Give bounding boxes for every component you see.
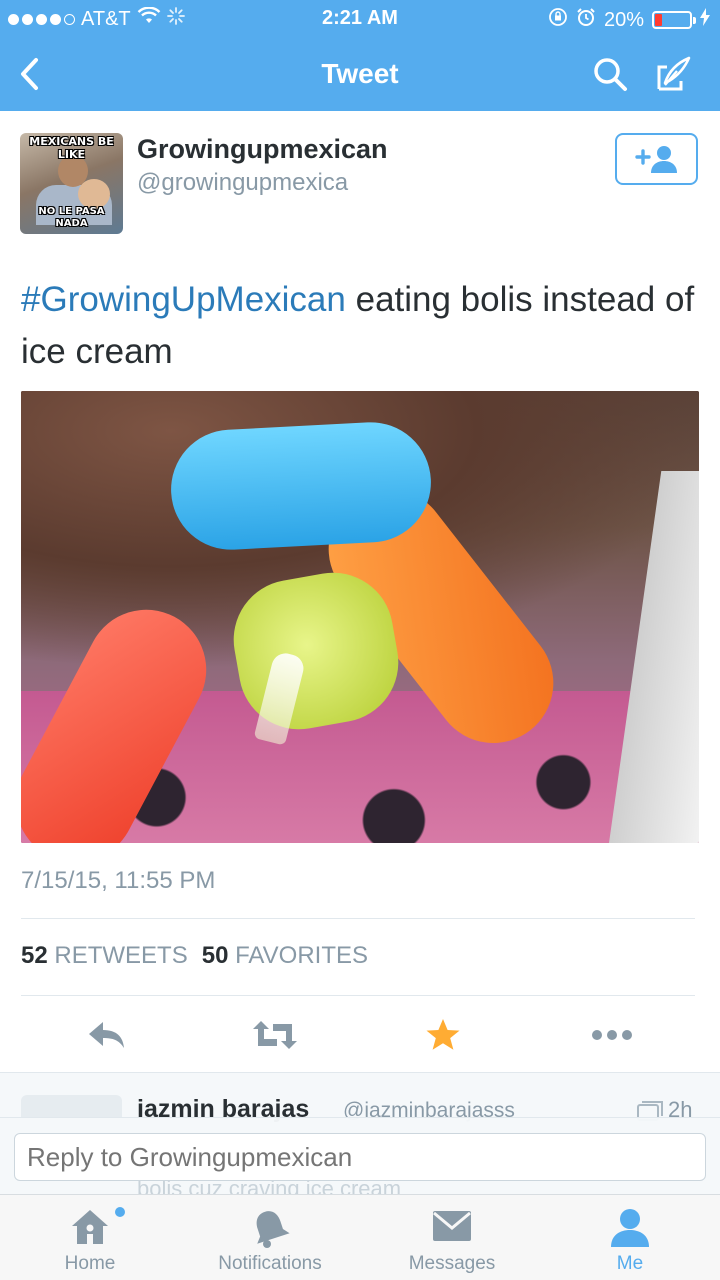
favorite-button[interactable]: [413, 1010, 473, 1060]
retweet-button[interactable]: [245, 1010, 305, 1060]
envelope-icon: [433, 1211, 471, 1241]
status-right: 20%: [548, 7, 710, 33]
tweet-actions: [0, 1010, 720, 1060]
tab-home-label: Home: [64, 1253, 116, 1274]
search-button[interactable]: [590, 54, 630, 94]
reply-preview-row[interactable]: iazmin barajas @iazminbarajasss 2h: [0, 1072, 720, 1122]
orientation-lock-icon: [548, 7, 568, 33]
home-icon: [72, 1210, 108, 1244]
star-icon: [426, 1019, 460, 1050]
more-options-button[interactable]: [582, 1010, 642, 1060]
follow-button[interactable]: [615, 133, 698, 185]
tab-home[interactable]: Home: [0, 1195, 180, 1280]
tab-messages[interactable]: Messages: [362, 1195, 542, 1280]
add-user-icon: [634, 146, 677, 173]
tab-me-label: Me: [616, 1253, 644, 1274]
favorites-label: FAVORITES: [235, 942, 369, 969]
retweets-stat[interactable]: 52 RETWEETS: [21, 942, 188, 970]
reply-bar: bolis cuz craving ice cream: [0, 1117, 720, 1201]
retweets-count: 52: [21, 942, 48, 969]
reply-arrow-icon: [89, 1022, 124, 1048]
status-bar: AT&T 2:21 AM 20%: [0, 0, 720, 36]
new-content-dot: [115, 1207, 125, 1217]
favorites-count: 50: [201, 942, 229, 969]
tab-notifications-label: Notifications: [218, 1253, 322, 1274]
search-icon: [594, 58, 627, 91]
tweet-timestamp: 7/15/15, 11:55 PM: [21, 867, 216, 894]
author-display-name[interactable]: Growingupmexican: [137, 134, 388, 165]
author-screen-name[interactable]: @growingupmexica: [137, 169, 348, 197]
favorites-stat[interactable]: 50 FAVORITES: [202, 942, 368, 970]
avatar-meme-top-text: MEXICANS BE LIKE: [29, 135, 114, 161]
hashtag-link[interactable]: #GrowingUpMexican: [21, 280, 346, 319]
retweet-icon: [253, 1021, 297, 1049]
reply-input[interactable]: [14, 1133, 706, 1181]
tab-messages-label: Messages: [408, 1253, 496, 1274]
navigation-bar: Tweet: [0, 36, 720, 111]
alarm-icon: [576, 7, 596, 33]
divider: [21, 918, 695, 919]
tab-me[interactable]: Me: [540, 1195, 720, 1280]
tweet-text: #GrowingUpMexican eating bolis instead o…: [21, 274, 701, 378]
retweets-label: RETWEETS: [54, 942, 188, 969]
tweet-photo[interactable]: [21, 391, 699, 843]
tab-bar: Home Notifications Messages Me: [0, 1194, 720, 1280]
ellipsis-icon: [592, 1030, 632, 1040]
compose-quill-icon: [657, 56, 691, 91]
avatar-meme-bottom-text: NO LE PASA NADA: [38, 206, 105, 229]
tweet-stats: 52 RETWEETS 50 FAVORITES: [21, 942, 368, 970]
divider: [21, 995, 695, 996]
charging-icon: [700, 8, 710, 32]
bell-icon: [256, 1211, 290, 1248]
tab-notifications[interactable]: Notifications: [180, 1195, 360, 1280]
reply-button[interactable]: [77, 1010, 137, 1060]
compose-tweet-button[interactable]: [654, 54, 694, 94]
battery-percent: 20%: [603, 8, 644, 31]
battery-icon: [652, 11, 696, 29]
person-icon: [611, 1209, 649, 1247]
author-avatar[interactable]: MEXICANS BE LIKE NO LE PASA NADA: [20, 133, 123, 234]
